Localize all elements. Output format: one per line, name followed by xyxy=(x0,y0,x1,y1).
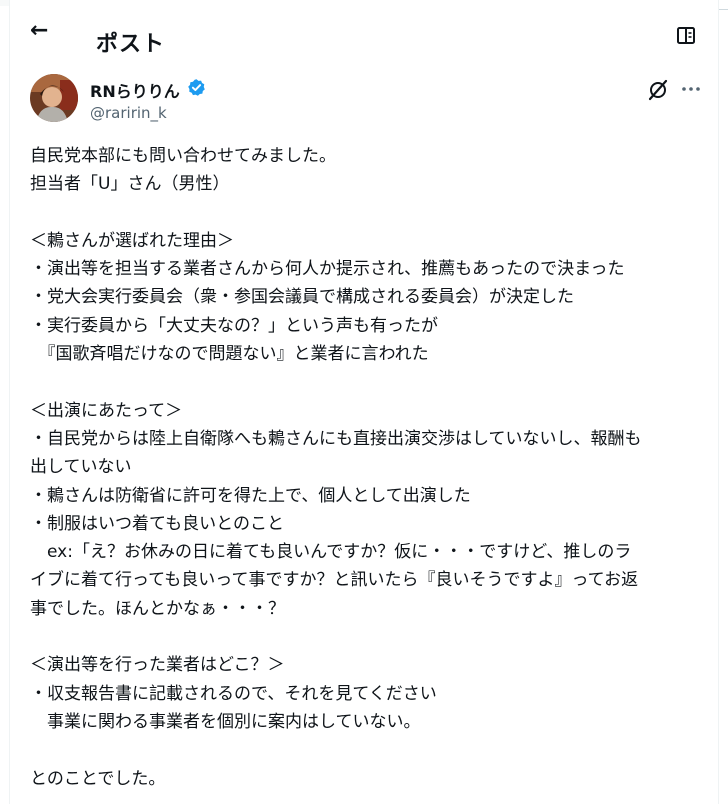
post-body-line: 担当者「U」さん（男性） xyxy=(30,174,230,195)
grok-icon[interactable] xyxy=(647,79,669,101)
post-body-line xyxy=(30,623,710,651)
post-body-line: 自民党本部にも問い合わせてみました。 xyxy=(30,146,336,166)
post-body: 自民党本部にも問い合わせてみました。 担当者「U」さん（男性） ＜鶫さんが選ばれ… xyxy=(30,142,710,793)
post-body-line: ・党大会実行委員会（衆・参国会議員で構成される委員会）が決定した xyxy=(30,287,574,308)
verified-badge-icon xyxy=(188,79,205,96)
post-body-line: ・自民党からは陸上自衛隊へも鶫さんにも直接出演交渉はしていないし、報酬も xyxy=(30,428,642,449)
post-body-line: 事業に関わる事業者を個別に案内はしていない。 xyxy=(30,711,421,732)
post-body-line: ・実行委員から「大丈夫なの？」という声も有ったが xyxy=(30,315,438,336)
post-body-line: ・制服はいつ着ても良いとのこと xyxy=(30,513,284,534)
post-body-line xyxy=(30,368,710,396)
reader-icon[interactable] xyxy=(676,24,696,46)
post-body-line: ＜出演にあたって＞ xyxy=(30,400,183,421)
more-horizontal-icon[interactable] xyxy=(680,78,702,100)
post-body-line: ＜鶫さんが選ばれた理由＞ xyxy=(30,230,234,251)
post-body-line: 事でした。ほんとかなぁ・・・？ xyxy=(30,598,285,619)
post-body-line: ＜演出等を行った業者はどこ？＞ xyxy=(30,655,285,676)
post-header: ← ポスト xyxy=(10,8,718,57)
screenshot-frame: ← ポスト RNらりりん @raririn_k 自民党本部にも問い合わせてみまし… xyxy=(0,0,728,804)
post-body-line: 出していない xyxy=(30,457,132,478)
author-name[interactable]: RNらりりん xyxy=(90,78,180,102)
avatar-photo xyxy=(30,74,78,122)
post-body-line: ・収支報告書に記載されるので、それを見てください xyxy=(30,683,437,704)
post-body-line: イブに着て行っても良いって事ですか？と訊いたら『良いそうですよ』ってお返 xyxy=(30,570,639,591)
post-body-line xyxy=(30,199,710,227)
post-body-line: ・演出等を担当する業者さんから何人か提示され、推薦もあったので決まった xyxy=(30,259,625,280)
page-title: ポスト xyxy=(96,32,166,57)
avatar[interactable] xyxy=(30,74,78,122)
back-button[interactable]: ← xyxy=(30,20,54,42)
post-body-line: とのことでした。 xyxy=(30,768,166,789)
post-body-line xyxy=(30,736,710,764)
author-handle[interactable]: @raririn_k xyxy=(90,104,167,122)
arrow-left-icon: ← xyxy=(30,18,49,43)
post-body-line: 『国歌斉唱だけなので問題ない』と業者に言われた xyxy=(30,344,429,365)
post-body-line: ex:「え？お休みの日に着ても良いんですか？仮に・・・ですけど、推しのラ xyxy=(30,542,632,563)
post-body-line: ・鶫さんは防衛省に許可を得た上で、個人として出演した xyxy=(30,485,471,506)
main-column: ← ポスト RNらりりん @raririn_k 自民党本部にも問い合わせてみまし… xyxy=(9,0,719,804)
